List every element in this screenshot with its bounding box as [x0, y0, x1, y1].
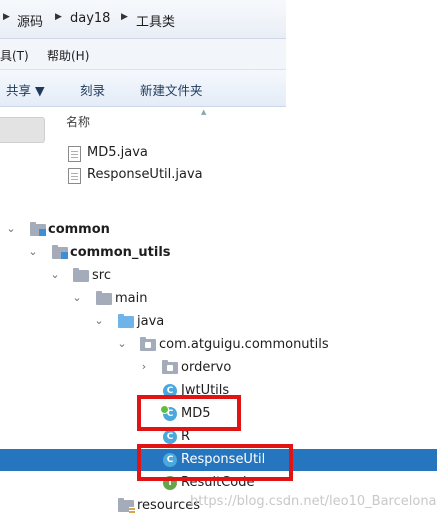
breadcrumb-separator-icon[interactable]: ▶: [3, 12, 10, 22]
tree-node-src[interactable]: ⌄ src: [0, 265, 437, 287]
highlight-box-responseutil: [137, 444, 293, 481]
collapse-toggle-icon[interactable]: ⌄: [116, 337, 128, 350]
column-header-label: 名称: [66, 115, 91, 129]
new-folder-button[interactable]: 新建文件夹: [140, 80, 203, 99]
navigation-pane-selected-item[interactable]: [0, 117, 45, 143]
package-icon: [162, 360, 178, 374]
resources-folder-icon: [118, 498, 135, 513]
watermark: https://blog.csdn.net/leo10_Barcelona: [190, 494, 437, 509]
class-icon: C: [163, 430, 177, 444]
address-bar[interactable]: ▶ 源码 ▶ day18 ▶ 工具类: [0, 0, 286, 39]
share-button[interactable]: 共享 ▼: [6, 80, 45, 99]
tree-node-label: java: [137, 314, 165, 329]
tree-node-main[interactable]: ⌄ main: [0, 288, 437, 310]
highlight-box-md5: [137, 395, 241, 431]
tree-node-label: R: [181, 429, 191, 444]
tree-node-common[interactable]: ⌄ common: [0, 219, 437, 241]
tree-node-label: com.atguigu.commonutils: [159, 337, 329, 352]
breadcrumb-separator-icon[interactable]: ▶: [55, 12, 62, 22]
tree-node-package-commonutils[interactable]: ⌄ com.atguigu.commonutils: [0, 334, 437, 356]
menu-help[interactable]: 帮助(H): [47, 47, 89, 64]
folder-icon: [96, 291, 112, 305]
breadcrumb-item-tools[interactable]: 工具类: [136, 11, 175, 30]
module-folder-icon: [30, 222, 46, 236]
collapse-toggle-icon[interactable]: ⌄: [71, 291, 83, 304]
breadcrumb-item-day18[interactable]: day18: [70, 11, 110, 26]
breadcrumb-separator-icon[interactable]: ▶: [121, 12, 128, 22]
collapse-toggle-icon[interactable]: ⌄: [5, 222, 17, 235]
file-explorer: ▶ 源码 ▶ day18 ▶ 工具类 具(T) 帮助(H) 共享 ▼ 刻录 新建…: [0, 0, 286, 200]
file-name: MD5.java: [87, 145, 148, 160]
navigation-pane: [0, 107, 46, 200]
tree-node-label: common_utils: [70, 245, 171, 260]
menu-tools[interactable]: 具(T): [0, 47, 29, 64]
burn-button[interactable]: 刻录: [80, 80, 105, 99]
tree-node-label: ordervo: [181, 360, 232, 375]
package-icon: [140, 337, 156, 351]
tree-node-label: main: [115, 291, 148, 306]
collapse-toggle-icon[interactable]: ⌄: [49, 268, 61, 281]
file-name: ResponseUtil.java: [87, 167, 203, 182]
tree-node-label: src: [92, 268, 111, 283]
tree-node-label: common: [48, 222, 110, 237]
tree-node-ordervo[interactable]: › ordervo: [0, 357, 437, 379]
tree-node-common-utils[interactable]: ⌄ common_utils: [0, 242, 437, 264]
source-folder-icon: [118, 314, 134, 328]
module-folder-icon: [52, 245, 68, 259]
file-row-md5[interactable]: MD5.java: [66, 144, 246, 164]
folder-icon: [73, 268, 89, 282]
column-header-name[interactable]: ▲ 名称: [56, 108, 286, 132]
breadcrumb-item-source[interactable]: 源码: [17, 11, 43, 30]
collapse-toggle-icon[interactable]: ⌄: [27, 245, 39, 258]
java-file-icon: [68, 146, 81, 162]
sort-ascending-icon: ▲: [201, 108, 207, 116]
command-bar: 共享 ▼ 刻录 新建文件夹: [0, 70, 286, 107]
java-file-icon: [68, 168, 81, 184]
file-row-responseutil[interactable]: ResponseUtil.java: [66, 166, 246, 186]
expand-toggle-icon[interactable]: ›: [138, 360, 150, 373]
menu-bar: 具(T) 帮助(H): [0, 39, 286, 70]
collapse-toggle-icon[interactable]: ⌄: [93, 314, 105, 327]
tree-node-java[interactable]: ⌄ java: [0, 311, 437, 333]
